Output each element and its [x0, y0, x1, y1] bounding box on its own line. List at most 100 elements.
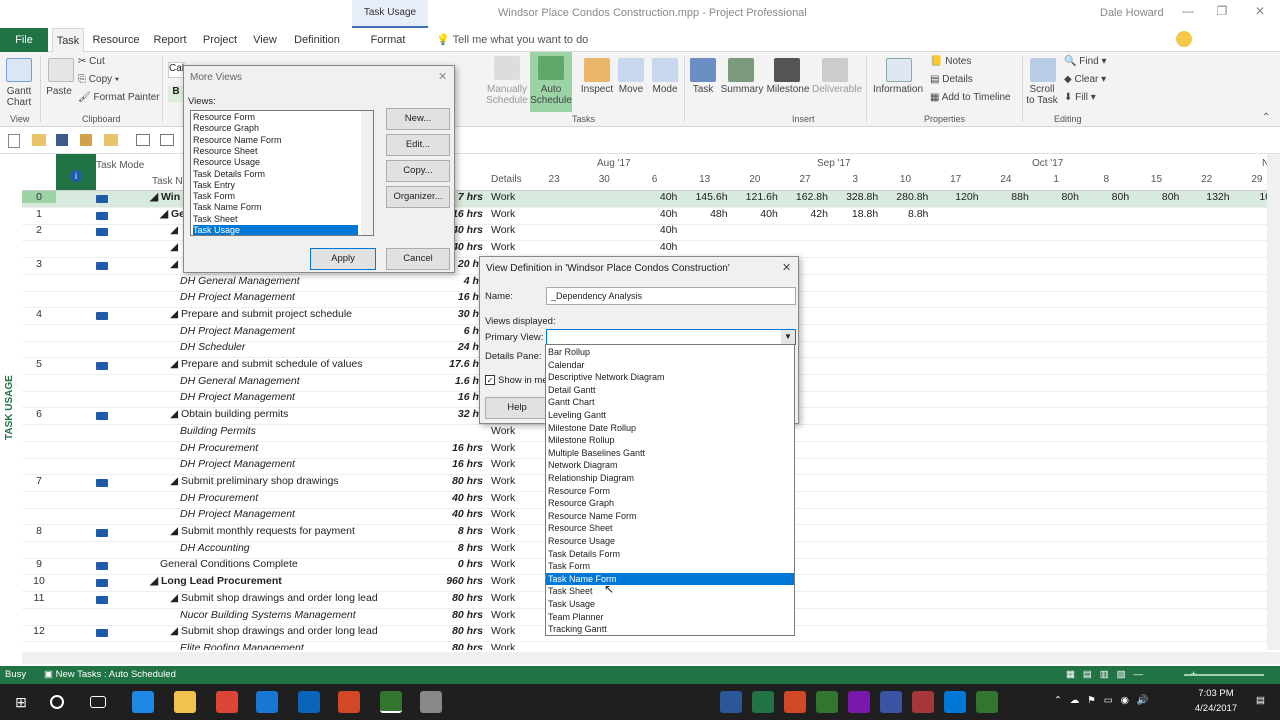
cut-button[interactable]: ✂ Cut: [78, 56, 105, 67]
row-id[interactable]: 10: [22, 575, 56, 587]
task-name-cell[interactable]: Elite Roofing Management: [180, 642, 304, 650]
row-id[interactable]: 7: [22, 475, 56, 487]
view-option[interactable]: Resource Form: [546, 485, 794, 498]
row-id[interactable]: 12: [22, 625, 56, 637]
pin-icon[interactable]: [494, 56, 520, 80]
file-explorer-icon[interactable]: [174, 691, 196, 713]
work-value[interactable]: 40h: [629, 224, 678, 236]
view-option[interactable]: Milestone Date Rollup: [546, 422, 794, 435]
close-icon[interactable]: ✕: [438, 70, 447, 83]
view-option[interactable]: Relationship Diagram: [546, 472, 794, 485]
table-row[interactable]: 8 ◢ Submit monthly requests for payment 8 …: [22, 525, 487, 542]
work-value[interactable]: 280.8h: [880, 191, 928, 203]
minimize-icon[interactable]: —: [1174, 4, 1202, 22]
access-icon[interactable]: [912, 691, 934, 713]
manually-schedule-label[interactable]: Manually Schedule: [484, 84, 530, 106]
table-row[interactable]: DH Project Management 6 hr: [22, 325, 487, 342]
work-value[interactable]: 48h: [680, 208, 728, 220]
work-cell[interactable]: 16 hrs: [452, 458, 483, 470]
milestone-label[interactable]: Milestone: [764, 84, 812, 95]
view-option[interactable]: Gantt Chart: [546, 396, 794, 409]
view-list-item[interactable]: Task Entry: [193, 180, 235, 191]
task-name-cell[interactable]: DH Project Management: [180, 325, 295, 337]
view-option[interactable]: Task Sheet: [546, 585, 794, 598]
task-name-cell[interactable]: General Conditions Complete: [160, 558, 298, 570]
information-label[interactable]: Information: [870, 84, 926, 95]
work-cell[interactable]: 8 hrs: [458, 542, 483, 554]
task-name-cell[interactable]: ◢: [170, 241, 178, 253]
work-value[interactable]: 40h: [629, 241, 678, 253]
smiley-icon[interactable]: [1176, 31, 1192, 47]
word-icon[interactable]: [720, 691, 742, 713]
milestone-icon[interactable]: [774, 58, 800, 82]
view-option[interactable]: Resource Graph: [546, 497, 794, 510]
table-row[interactable]: DH Project Management 40 hrs: [22, 508, 487, 526]
collapse-ribbon-icon[interactable]: ⌃: [1262, 112, 1270, 123]
table-row[interactable]: 7 ◢ Submit preliminary shop drawings 80 hr…: [22, 475, 487, 492]
new-tasks-status[interactable]: ▣ New Tasks : Auto Scheduled: [44, 669, 176, 680]
row-id[interactable]: 11: [22, 592, 56, 604]
task-name-cell[interactable]: DH General Management: [180, 375, 300, 387]
find-button[interactable]: 🔍 Find ▾: [1064, 56, 1107, 67]
work-cell[interactable]: 16 hrs: [452, 442, 483, 454]
powerpoint-tray-icon[interactable]: [784, 691, 806, 713]
work-value[interactable]: 8.8h: [880, 208, 928, 220]
row-id[interactable]: 5: [22, 358, 56, 370]
row-id[interactable]: 1: [22, 208, 56, 220]
work-value[interactable]: 42h: [780, 208, 828, 220]
timescale-row[interactable]: Work 40h: [487, 224, 1267, 242]
view-option[interactable]: Multiple Baselines Gantt: [546, 447, 794, 460]
horizontal-scrollbar[interactable]: [22, 652, 1280, 664]
row-id[interactable]: 0: [22, 191, 56, 203]
scroll-to-task-icon[interactable]: [1030, 58, 1056, 82]
view-option[interactable]: Task Name Form: [546, 572, 794, 586]
row-id[interactable]: 2: [22, 224, 56, 236]
task-name-cell[interactable]: Nucor Building Systems Management: [180, 609, 356, 621]
onenote-icon[interactable]: [848, 691, 870, 713]
task-name-cell[interactable]: ◢ Prepare and submit schedule of values: [170, 358, 363, 370]
move-label[interactable]: Move: [614, 84, 648, 95]
task-name-cell[interactable]: DH Project Management: [180, 508, 295, 520]
work-cell[interactable]: 80 hrs: [452, 475, 483, 487]
task-name-cell[interactable]: DH Project Management: [180, 458, 295, 470]
name-input[interactable]: _Dependency Analysis: [546, 287, 796, 305]
table-row[interactable]: Building Permits: [22, 425, 487, 442]
row-id[interactable]: 3: [22, 258, 56, 270]
add-to-timeline-button[interactable]: ▦ Add to Timeline: [930, 92, 1011, 103]
task-name-cell[interactable]: DH Procurement: [180, 442, 258, 454]
view-option[interactable]: Resource Usage: [546, 535, 794, 548]
view-list-item[interactable]: Resource Name Form: [193, 135, 282, 146]
deliverable-icon[interactable]: [822, 58, 848, 82]
task-name-cell[interactable]: ◢ Ge: [160, 208, 185, 220]
work-cell[interactable]: 80 hrs: [452, 642, 483, 650]
view-option[interactable]: Resource Sheet: [546, 522, 794, 535]
new-icon[interactable]: [8, 134, 20, 148]
work-value[interactable]: 132h: [1182, 191, 1229, 203]
bold-icon[interactable]: B: [168, 86, 184, 102]
view-option[interactable]: Detail Gantt: [546, 384, 794, 397]
tab-resource[interactable]: Resource: [92, 28, 140, 52]
work-value[interactable]: 121.6h: [730, 191, 778, 203]
task-name-cell[interactable]: ◢ Obtain building permits: [170, 408, 288, 420]
table-row[interactable]: DH Project Management 16 hr: [22, 391, 487, 409]
inspect-icon[interactable]: [584, 58, 610, 82]
work-cell[interactable]: 40 hrs: [452, 492, 483, 504]
gantt-chart-icon[interactable]: [6, 58, 32, 82]
view-option[interactable]: Descriptive Network Diagram: [546, 371, 794, 384]
table-row[interactable]: 6 ◢ Obtain building permits 32 hr: [22, 408, 487, 426]
work-value[interactable]: 80h: [1131, 191, 1180, 203]
tab-report[interactable]: Report: [150, 28, 190, 52]
edit-button[interactable]: Edit...: [386, 134, 450, 156]
view-option[interactable]: Calendar: [546, 359, 794, 372]
project-icon[interactable]: [380, 691, 402, 713]
apply-button[interactable]: Apply: [310, 248, 376, 270]
ie-icon[interactable]: [256, 691, 278, 713]
task-name-cell[interactable]: ◢: [170, 224, 178, 236]
folder-icon[interactable]: [80, 134, 92, 146]
task-insert-label[interactable]: Task: [688, 84, 718, 95]
row-id[interactable]: 9: [22, 558, 56, 570]
work-cell[interactable]: 80 hrs: [452, 625, 483, 637]
listbox-scrollbar[interactable]: [361, 111, 373, 235]
snipping-tool-icon[interactable]: [420, 691, 442, 713]
move-icon[interactable]: [618, 58, 644, 82]
